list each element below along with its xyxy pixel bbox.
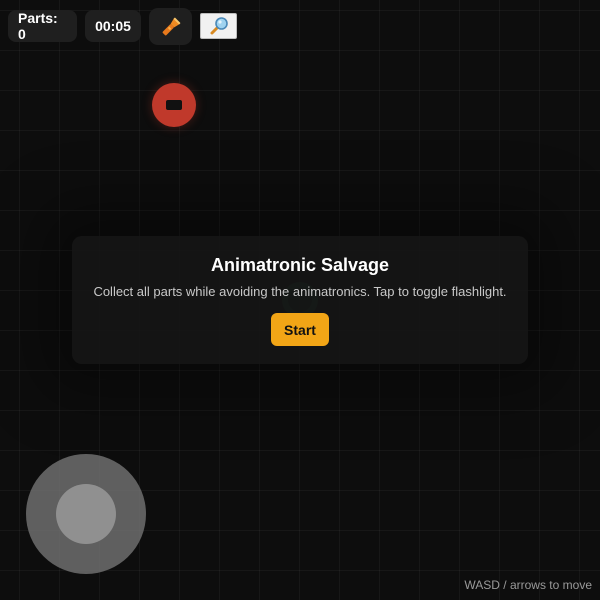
parts-counter: Parts: 0 [8, 10, 77, 42]
timer: 00:05 [85, 10, 141, 42]
animatronic-eye [166, 100, 182, 110]
magnifier-icon [210, 17, 228, 35]
controls-hint: WASD / arrows to move [464, 578, 592, 592]
animatronic-enemy [152, 83, 196, 127]
panel-description: Collect all parts while avoiding the ani… [93, 284, 507, 299]
panel-title: Animatronic Salvage [210, 255, 390, 275]
flashlight-icon [162, 17, 180, 35]
joystick-base[interactable] [26, 454, 146, 574]
joystick-knob[interactable] [56, 484, 116, 544]
flashlight-button[interactable] [149, 8, 192, 45]
game-canvas[interactable]: Parts: 0 00:05 Animatronic Salvage Colle… [0, 0, 600, 600]
start-button[interactable]: Start [271, 313, 329, 346]
start-panel: Animatronic Salvage Collect all parts wh… [72, 236, 528, 364]
inspect-button[interactable] [200, 13, 237, 39]
